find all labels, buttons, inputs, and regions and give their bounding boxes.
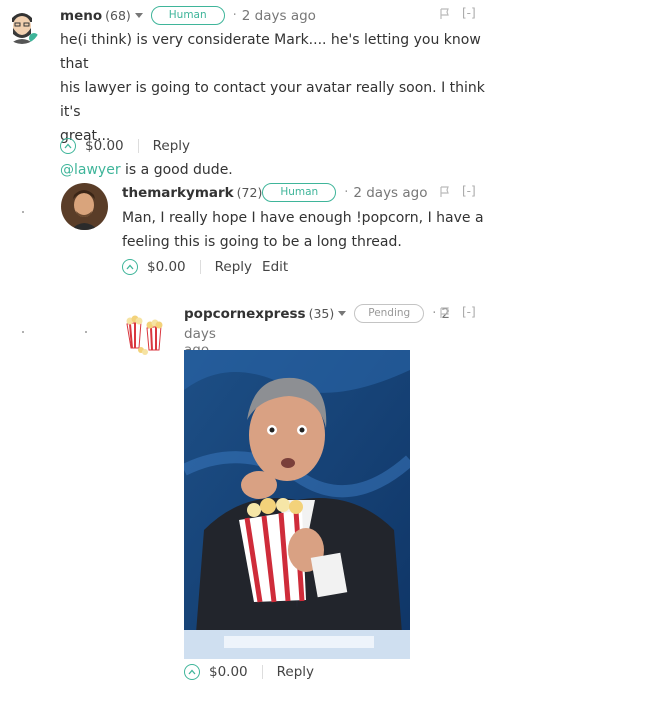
- collapse-button[interactable]: [-]: [462, 184, 476, 198]
- comment-author[interactable]: meno: [60, 8, 102, 24]
- flag-icon[interactable]: [440, 8, 450, 20]
- upvote-chevron-icon[interactable]: [60, 138, 76, 154]
- collapse-button[interactable]: [-]: [462, 6, 476, 20]
- reply-link[interactable]: Reply: [153, 138, 190, 154]
- divider: [199, 260, 201, 274]
- payout-value[interactable]: $0.00: [209, 664, 248, 680]
- comment-body: he(i think) is very considerate Mark....…: [60, 28, 500, 182]
- collapse-button[interactable]: [-]: [462, 305, 476, 319]
- popcornexpress-avatar-image: [121, 308, 169, 356]
- mention-link[interactable]: @lawyer: [60, 162, 121, 178]
- separator-dot: ·: [232, 8, 237, 23]
- themarkymark-avatar-image: [61, 183, 108, 230]
- reputation: (68): [105, 8, 131, 23]
- comment-author[interactable]: popcornexpress: [184, 306, 306, 322]
- reputation: (35): [308, 306, 335, 321]
- comment-footer: $0.00 Reply: [184, 664, 314, 680]
- caret-down-icon[interactable]: [338, 311, 347, 316]
- body-line: Man, I really hope I have enough !popcor…: [122, 210, 484, 226]
- body-line: he(i think) is very considerate Mark....…: [60, 32, 481, 72]
- upvote-chevron-icon[interactable]: [122, 259, 138, 275]
- timestamp[interactable]: 2 days ago: [242, 8, 316, 24]
- caret-down-icon[interactable]: [134, 13, 143, 18]
- body-line: his lawyer is going to contact your avat…: [60, 80, 485, 120]
- comment-body: Man, I really hope I have enough !popcor…: [122, 206, 502, 254]
- avatar-themarkymark[interactable]: [61, 183, 108, 230]
- comment-footer: $0.00 Reply: [60, 138, 190, 154]
- human-badge: Human: [262, 183, 337, 202]
- thread-guide-dot: [22, 211, 24, 213]
- payout-value[interactable]: $0.00: [85, 138, 124, 154]
- divider: [137, 139, 139, 153]
- body-paragraph: @lawyer is a good dude.: [60, 158, 500, 182]
- flag-icon[interactable]: [440, 186, 450, 198]
- comment-author[interactable]: themarkymark: [122, 185, 234, 201]
- body-line: feeling this is going to be a long threa…: [122, 234, 402, 250]
- popcorn-gif-image[interactable]: [184, 350, 410, 659]
- avatar-meno[interactable]: [4, 8, 40, 44]
- reply-link[interactable]: Reply: [277, 664, 314, 680]
- separator-dot: ·: [432, 306, 437, 321]
- avatar-popcornexpress[interactable]: [121, 308, 169, 356]
- meno-avatar-image: [4, 8, 40, 44]
- thread-guide-dot: [22, 331, 24, 333]
- body-text: is a good dude.: [120, 162, 233, 178]
- human-badge: Human: [150, 6, 225, 25]
- reputation: (72): [236, 185, 263, 200]
- reply-link[interactable]: Reply: [215, 259, 252, 275]
- upvote-chevron-icon[interactable]: [184, 664, 200, 680]
- comment-footer: $0.00 Reply Edit: [122, 259, 288, 275]
- pending-badge: Pending: [354, 304, 425, 323]
- payout-value[interactable]: $0.00: [147, 259, 186, 275]
- separator-dot: ·: [344, 185, 349, 200]
- flag-icon[interactable]: [440, 307, 450, 319]
- timestamp[interactable]: 2 days ago: [353, 185, 427, 201]
- edit-link[interactable]: Edit: [262, 259, 288, 275]
- thread-guide-dot: [85, 331, 87, 333]
- divider: [261, 665, 263, 679]
